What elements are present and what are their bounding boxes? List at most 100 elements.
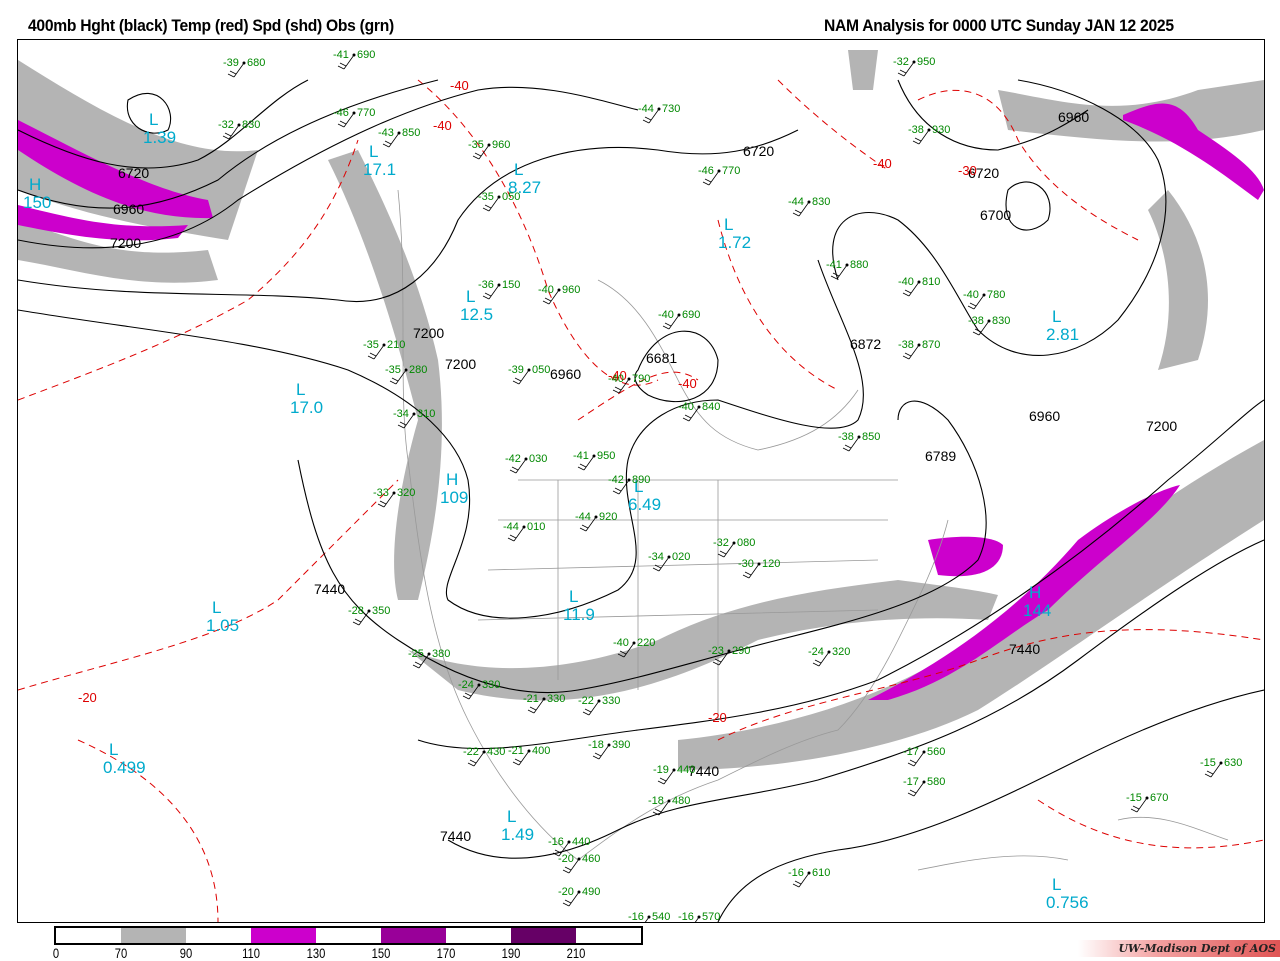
legend-tick: 130 [306,945,326,961]
center-value: 1.49 [501,825,534,844]
obs-height: 440 [677,764,695,776]
obs-temperature: -16 [628,911,644,923]
obs-height: 480 [672,795,690,807]
obs-temperature: -18 [588,739,604,751]
obs-height: 610 [812,867,830,879]
legend-tick: 0 [52,945,60,961]
height-label: 6720 [743,143,774,159]
obs-temperature: -40 [898,276,914,288]
center-symbol: L [212,598,221,617]
obs-height: 330 [547,693,565,705]
obs-temperature: -39 [223,57,239,69]
center-value: 17.0 [290,398,323,417]
height-label: 7440 [314,581,345,597]
legend-swatch-150-170 [381,928,446,943]
height-label: 7200 [413,325,444,341]
obs-height: 830 [992,315,1010,327]
center-symbol: L [296,380,305,399]
temperature-label: -40 [433,118,452,133]
center-value: 2.81 [1046,325,1079,344]
height-label: 7200 [445,356,476,372]
center-symbol: L [724,215,733,234]
legend-tick: 90 [179,945,193,961]
obs-temperature: -17 [903,746,919,758]
obs-temperature: -32 [713,537,729,549]
obs-temperature: -20 [558,886,574,898]
obs-temperature: -44 [575,511,591,523]
obs-temperature: -42 [608,474,624,486]
obs-height: 840 [702,401,720,413]
obs-height: 020 [672,551,690,563]
legend-swatch-190-210 [511,928,576,943]
obs-height: 320 [397,487,415,499]
center-value: 12.5 [460,305,493,324]
obs-height: 400 [532,745,550,757]
obs-temperature: -44 [788,196,804,208]
legend-swatch-170-190 [446,928,511,943]
obs-height: 490 [582,886,600,898]
obs-temperature: -35 [468,139,484,151]
center-symbol: L [569,587,578,606]
obs-height: 290 [732,645,750,657]
obs-height: 830 [812,196,830,208]
obs-temperature: -23 [708,645,724,657]
obs-height: 850 [862,431,880,443]
legend-swatch-130-150 [316,928,381,943]
height-label: 6960 [1029,408,1060,424]
obs-temperature: -19 [653,764,669,776]
center-value: 1.05 [206,616,239,635]
analysis-time: NAM Analysis for 0000 UTC Sunday JAN 12 … [824,16,1174,35]
legend-swatch-210 [576,928,641,943]
center-symbol: L [109,740,118,759]
obs-height: 730 [662,103,680,115]
obs-temperature: -15 [1126,792,1142,804]
center-symbol: H [446,470,458,489]
obs-temperature: -16 [788,867,804,879]
obs-temperature: -18 [648,795,664,807]
obs-temperature: -41 [573,450,589,462]
obs-temperature: -33 [373,487,389,499]
obs-height: 810 [922,276,940,288]
obs-height: 770 [722,165,740,177]
center-value: 1.39 [143,128,176,147]
obs-temperature: -20 [558,853,574,865]
obs-height: 960 [562,284,580,296]
obs-temperature: -21 [523,693,539,705]
obs-height: 280 [409,364,427,376]
legend-tick: 70 [114,945,128,961]
height-label: 7440 [440,828,471,844]
obs-temperature: -44 [503,521,519,533]
obs-temperature: -41 [826,259,842,271]
obs-height: 920 [599,511,617,523]
legend-swatch-110-130 [251,928,316,943]
obs-temperature: -38 [908,124,924,136]
obs-height: 220 [637,637,655,649]
obs-height: 670 [1150,792,1168,804]
obs-height: 310 [417,408,435,420]
obs-height: 350 [372,605,390,617]
height-label: 6960 [1058,109,1089,125]
obs-temperature: -39 [508,364,524,376]
height-label: 6872 [850,336,881,352]
center-symbol: L [507,807,516,826]
obs-height: 080 [737,537,755,549]
obs-temperature: -34 [648,551,664,563]
obs-height: 050 [532,364,550,376]
obs-height: 440 [572,836,590,848]
obs-height: 680 [247,57,265,69]
obs-height: 690 [357,49,375,61]
speed-band-70 [998,80,1264,142]
obs-temperature: -40 [678,401,694,413]
obs-temperature: -40 [613,637,629,649]
obs-height: 830 [242,119,260,131]
legend-tick: 150 [371,945,391,961]
obs-height: 380 [432,648,450,660]
obs-height: 150 [502,279,520,291]
obs-height: 330 [602,695,620,707]
obs-height: 460 [582,853,600,865]
obs-temperature: -40 [608,373,624,385]
obs-temperature: -40 [658,309,674,321]
obs-temperature: -40 [538,284,554,296]
center-symbol: L [1052,307,1061,326]
center-symbol: L [466,287,475,306]
